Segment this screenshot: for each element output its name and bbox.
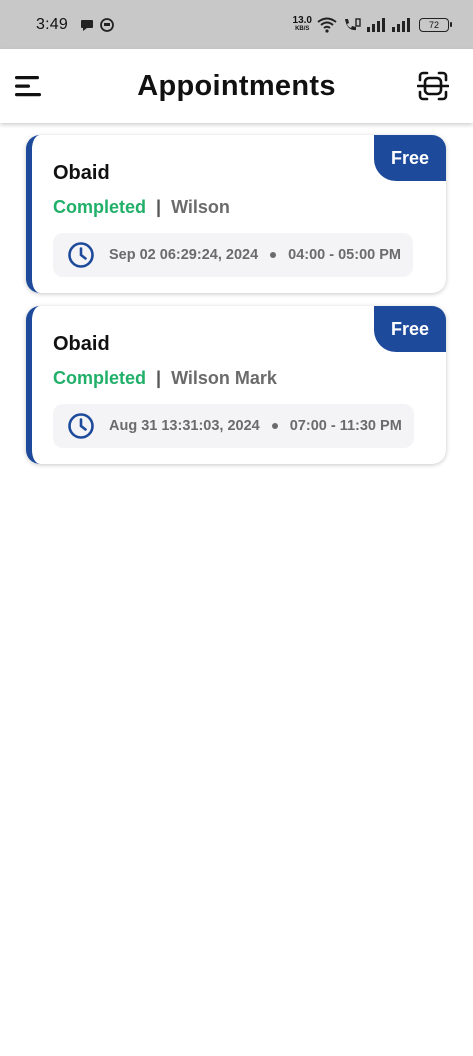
provider-name: Wilson Mark <box>171 368 277 388</box>
network-speed-unit: KB/S <box>295 25 310 32</box>
battery-icon: 72 <box>419 17 452 32</box>
client-name: Obaid <box>53 162 110 184</box>
system-indicators: 13.0 KB/S 72 <box>292 14 452 33</box>
status-line: Completed | Wilson <box>53 197 230 218</box>
battery-level: 72 <box>428 19 439 30</box>
appointment-status: Completed <box>53 368 147 388</box>
appointment-card[interactable]: Free Obaid Completed | Wilson Sep 02 06:… <box>26 135 446 293</box>
status-line: Completed | Wilson Mark <box>53 368 277 389</box>
separator: | <box>156 197 162 217</box>
app-notification-icon <box>100 17 114 32</box>
dot-separator <box>270 252 277 258</box>
appointment-slot: 07:00 - 11:30 PM <box>289 418 402 434</box>
chat-bubble-icon <box>80 19 93 31</box>
status-time: 3:49 <box>36 15 68 33</box>
dot-separator <box>271 423 278 429</box>
clock-icon <box>68 413 94 439</box>
plan-badge: Free <box>374 135 446 181</box>
provider-name: Wilson <box>171 197 230 217</box>
network-speed: 13.0 KB/S <box>292 14 312 33</box>
signal-strength-icon-2 <box>392 17 410 32</box>
appointment-time-box: Sep 02 06:29:24, 2024 04:00 - 05:00 PM <box>53 233 413 277</box>
scan-button[interactable] <box>416 70 450 102</box>
volte-call-icon <box>345 17 361 30</box>
system-status-bar: 3:49 13.0 KB/S 72 <box>0 0 473 49</box>
plan-badge: Free <box>374 306 446 352</box>
page-title: Appointments <box>137 69 336 102</box>
signal-strength-icon-1 <box>367 17 385 32</box>
scan-icon <box>416 71 450 101</box>
appointment-slot: 04:00 - 05:00 PM <box>288 247 401 263</box>
clock-icon <box>68 242 94 268</box>
network-speed-value: 13.0 <box>292 14 312 26</box>
separator: | <box>156 368 162 388</box>
appointment-card[interactable]: Free Obaid Completed | Wilson Mark Aug 3… <box>26 306 446 464</box>
appointment-datetime: Aug 31 13:31:03, 2024 <box>109 418 260 434</box>
appointment-status: Completed <box>53 197 147 217</box>
client-name: Obaid <box>53 333 110 355</box>
notification-icons <box>80 17 114 32</box>
appointment-time-box: Aug 31 13:31:03, 2024 07:00 - 11:30 PM <box>53 404 414 448</box>
wifi-icon <box>317 17 337 33</box>
menu-button[interactable] <box>15 74 43 98</box>
app-header: Appointments <box>0 49 473 123</box>
appointment-datetime: Sep 02 06:29:24, 2024 <box>109 247 259 263</box>
menu-icon <box>15 76 41 97</box>
